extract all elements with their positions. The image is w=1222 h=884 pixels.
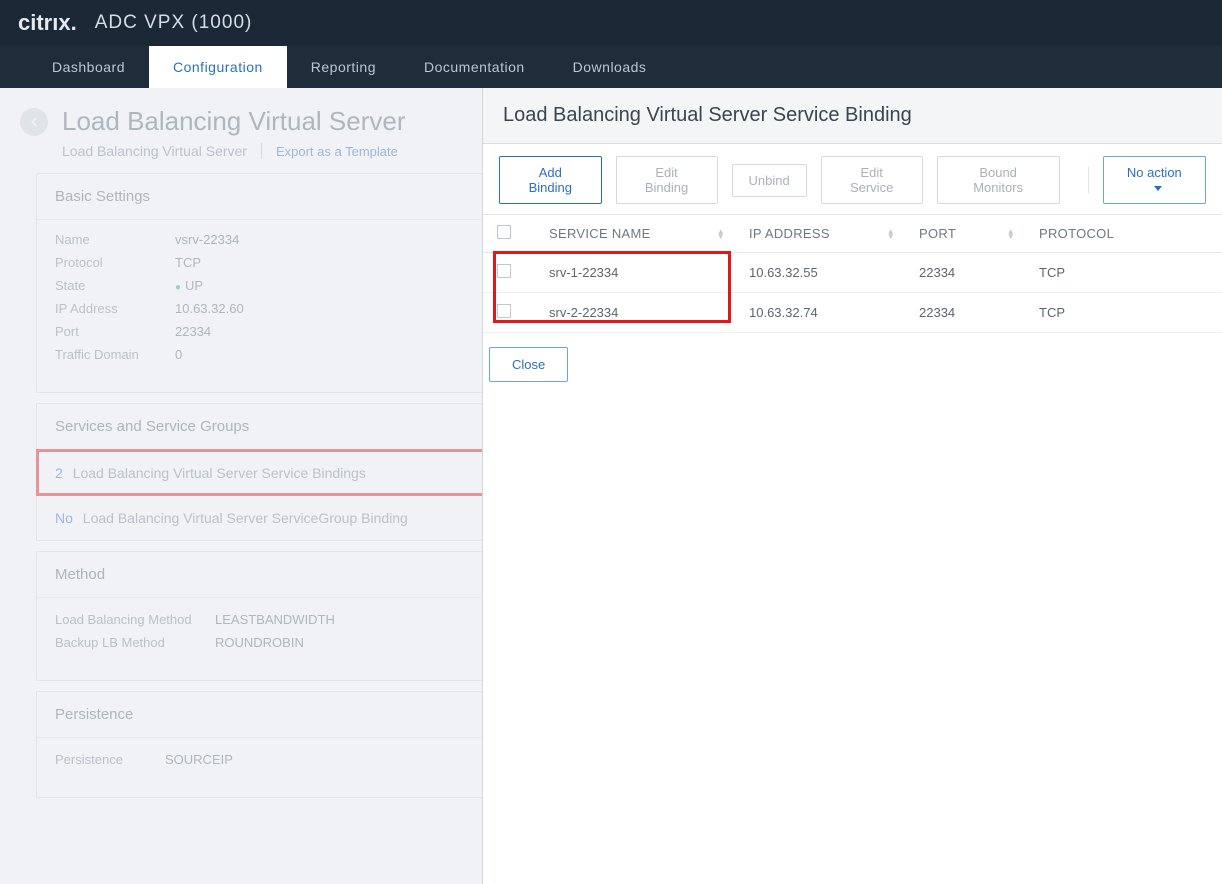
col-service-name[interactable]: SERVICE NAME▲▼ — [535, 215, 735, 253]
table-row[interactable]: srv-1-22334 10.63.32.55 22334 TCP — [483, 253, 1222, 293]
table-row[interactable]: srv-2-22334 10.63.32.74 22334 TCP — [483, 293, 1222, 333]
select-all-checkbox[interactable] — [497, 225, 511, 239]
cell-service-name: srv-2-22334 — [535, 293, 735, 333]
tab-configuration[interactable]: Configuration — [149, 46, 287, 88]
cell-service-name: srv-1-22334 — [535, 253, 735, 293]
col-port[interactable]: PORT▲▼ — [905, 215, 1025, 253]
cell-protocol: TCP — [1025, 253, 1222, 293]
add-binding-button[interactable]: Add Binding — [499, 156, 602, 204]
sort-icon: ▲▼ — [1007, 229, 1015, 239]
bindings-table: SERVICE NAME▲▼ IP ADDRESS▲▼ PORT▲▼ PROTO… — [483, 215, 1222, 333]
product-name: ADC VPX (1000) — [95, 12, 253, 34]
bound-monitors-button[interactable]: Bound Monitors — [937, 156, 1060, 204]
cell-ip: 10.63.32.74 — [735, 293, 905, 333]
toolbar-divider — [1088, 167, 1089, 193]
tab-downloads[interactable]: Downloads — [549, 46, 671, 88]
sort-icon: ▲▼ — [887, 229, 895, 239]
panel-toolbar: Add Binding Edit Binding Unbind Edit Ser… — [483, 144, 1222, 215]
no-action-dropdown[interactable]: No action — [1103, 156, 1206, 204]
close-button[interactable]: Close — [489, 347, 568, 382]
cell-protocol: TCP — [1025, 293, 1222, 333]
tab-reporting[interactable]: Reporting — [287, 46, 400, 88]
main-nav: Dashboard Configuration Reporting Docume… — [0, 46, 1222, 88]
tab-dashboard[interactable]: Dashboard — [28, 46, 149, 88]
panel-footer: Close — [483, 333, 1222, 400]
cell-port: 22334 — [905, 253, 1025, 293]
sort-icon: ▲▼ — [717, 229, 725, 239]
col-protocol[interactable]: PROTOCOL — [1025, 215, 1222, 253]
edit-service-button[interactable]: Edit Service — [821, 156, 923, 204]
tab-documentation[interactable]: Documentation — [400, 46, 549, 88]
edit-binding-button[interactable]: Edit Binding — [616, 156, 718, 204]
col-ip-address[interactable]: IP ADDRESS▲▼ — [735, 215, 905, 253]
table-head-row: SERVICE NAME▲▼ IP ADDRESS▲▼ PORT▲▼ PROTO… — [483, 215, 1222, 253]
cell-ip: 10.63.32.55 — [735, 253, 905, 293]
unbind-button[interactable]: Unbind — [732, 164, 807, 197]
citrix-logo: citrıx. — [18, 10, 77, 36]
panel-title: Load Balancing Virtual Server Service Bi… — [483, 88, 1222, 144]
binding-panel: Load Balancing Virtual Server Service Bi… — [482, 88, 1222, 884]
row-checkbox[interactable] — [497, 304, 511, 318]
brand-bar: citrıx. ADC VPX (1000) — [0, 0, 1222, 46]
cell-port: 22334 — [905, 293, 1025, 333]
row-checkbox[interactable] — [497, 264, 511, 278]
